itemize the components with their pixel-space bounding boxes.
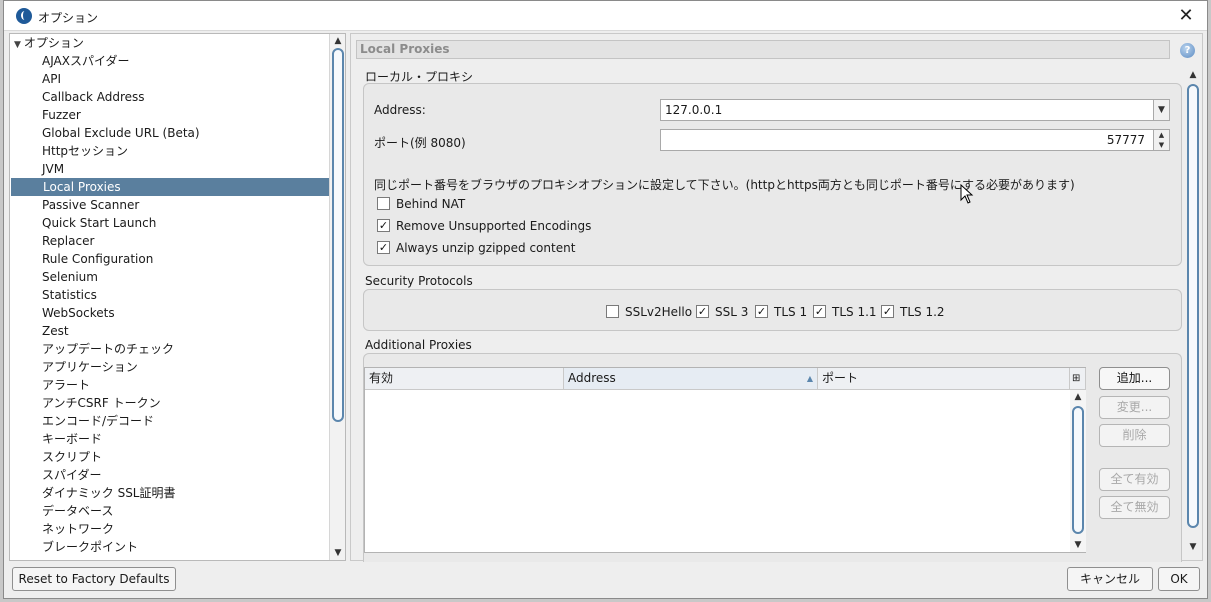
tree-item[interactable]: Fuzzer bbox=[10, 106, 330, 124]
tree-item[interactable]: スパイダー bbox=[10, 466, 330, 484]
reset-defaults-button[interactable]: Reset to Factory Defaults bbox=[12, 567, 176, 591]
content-scrollbar[interactable]: ▲ ▼ bbox=[1185, 68, 1201, 554]
tls1-label: TLS 1 bbox=[774, 305, 808, 319]
tree-item[interactable]: ネットワーク bbox=[10, 520, 330, 538]
sort-ascending-icon: ▲ bbox=[806, 374, 813, 383]
table-scroll-thumb[interactable] bbox=[1072, 406, 1084, 534]
column-header-address-label: Address bbox=[568, 371, 616, 385]
tree-item[interactable]: JVM bbox=[10, 160, 330, 178]
additional-proxies-title: Additional Proxies bbox=[365, 338, 472, 352]
spin-down-icon[interactable]: ▼ bbox=[1153, 140, 1169, 150]
tree-item[interactable]: アプリケーション bbox=[10, 358, 330, 376]
tree-item[interactable]: WebSockets bbox=[10, 304, 330, 322]
window-title: オプション bbox=[38, 11, 99, 25]
tls11-label: TLS 1.1 bbox=[832, 305, 877, 319]
tree-root[interactable]: ▼ オプション bbox=[10, 34, 330, 52]
port-label: ポート(例 8080) bbox=[374, 136, 466, 150]
tls12-label: TLS 1.2 bbox=[900, 305, 945, 319]
add-button[interactable]: 追加... bbox=[1099, 367, 1170, 390]
mouse-pointer-icon bbox=[960, 184, 974, 204]
tree-item[interactable]: スクリプト bbox=[10, 448, 330, 466]
column-chooser-icon[interactable]: ⊞ bbox=[1070, 368, 1086, 390]
column-header-port[interactable]: ポート bbox=[818, 368, 1070, 390]
tree-item[interactable]: Selenium bbox=[10, 268, 330, 286]
behind-nat-label: Behind NAT bbox=[396, 197, 466, 211]
tree-item[interactable]: Replacer bbox=[10, 232, 330, 250]
remove-unsupported-encodings-checkbox[interactable]: ✓ bbox=[377, 219, 390, 232]
tree-list: ▼ オプション AJAXスパイダー API Callback Address Fu… bbox=[10, 34, 330, 556]
scroll-up-icon[interactable]: ▲ bbox=[1070, 390, 1086, 404]
tree-item[interactable]: Global Exclude URL (Beta) bbox=[10, 124, 330, 142]
scroll-down-icon[interactable]: ▼ bbox=[1185, 540, 1201, 554]
spin-up-icon[interactable]: ▲ bbox=[1153, 130, 1169, 140]
sslv2hello-checkbox[interactable] bbox=[606, 305, 619, 318]
ssl3-checkbox[interactable]: ✓ bbox=[696, 305, 709, 318]
tree-scrollbar[interactable]: ▲ ▼ bbox=[329, 34, 345, 560]
address-combo[interactable]: 127.0.0.1 ▼ bbox=[660, 99, 1170, 121]
scroll-down-icon[interactable]: ▼ bbox=[330, 546, 345, 560]
security-protocols-group bbox=[363, 289, 1182, 331]
column-header-enabled[interactable]: 有効 bbox=[365, 368, 564, 390]
tls11-checkbox[interactable]: ✓ bbox=[813, 305, 826, 318]
port-value: 57777 bbox=[1106, 133, 1145, 147]
tree-item[interactable]: Passive Scanner bbox=[10, 196, 330, 214]
tree-scroll-thumb[interactable] bbox=[332, 48, 344, 422]
scroll-down-icon[interactable]: ▼ bbox=[1070, 538, 1086, 552]
enable-all-button[interactable]: 全て有効 bbox=[1099, 468, 1170, 491]
cancel-button[interactable]: キャンセル bbox=[1067, 567, 1153, 591]
tree-root-label: オプション bbox=[23, 36, 84, 50]
tree-item[interactable]: エンコード/デコード bbox=[10, 412, 330, 430]
table-scrollbar[interactable]: ▲ ▼ bbox=[1070, 390, 1086, 552]
tree-item[interactable]: API bbox=[10, 70, 330, 88]
close-button[interactable]: ✕ bbox=[1175, 5, 1197, 27]
content-scroll-thumb[interactable] bbox=[1187, 84, 1199, 528]
ssl3-label: SSL 3 bbox=[715, 305, 749, 319]
address-label: Address: bbox=[374, 103, 426, 117]
tree-item[interactable]: ダイナミック SSL証明書 bbox=[10, 484, 330, 502]
always-unzip-label: Always unzip gzipped content bbox=[396, 241, 576, 255]
tree-item-selected[interactable]: Local Proxies bbox=[11, 178, 330, 196]
tls1-checkbox[interactable]: ✓ bbox=[755, 305, 768, 318]
options-dialog: オプション ✕ ▼ オプション AJAXスパイダー API Callback Ad… bbox=[3, 0, 1208, 599]
tree-item[interactable]: AJAXスパイダー bbox=[10, 52, 330, 70]
port-spinner[interactable]: 57777 ▲ ▼ bbox=[660, 129, 1170, 151]
tree-item[interactable]: Statistics bbox=[10, 286, 330, 304]
local-proxies-panel: Local Proxies ? ローカル・プロキシ Address: 127.0… bbox=[350, 33, 1203, 562]
title-bar: オプション ✕ bbox=[4, 1, 1207, 31]
tls12-checkbox[interactable]: ✓ bbox=[881, 305, 894, 318]
tree-item[interactable]: アラート bbox=[10, 376, 330, 394]
tree-item[interactable]: アンチCSRF トークン bbox=[10, 394, 330, 412]
options-tree: ▼ オプション AJAXスパイダー API Callback Address Fu… bbox=[9, 33, 346, 561]
scroll-up-icon[interactable]: ▲ bbox=[330, 34, 345, 48]
ok-button[interactable]: OK bbox=[1158, 567, 1200, 591]
help-icon[interactable]: ? bbox=[1180, 43, 1195, 58]
proxies-table[interactable]: 有効 Address ▲ ポート ⊞ ▲ ▼ bbox=[364, 367, 1086, 553]
dropdown-arrow-icon[interactable]: ▼ bbox=[1153, 100, 1169, 120]
scroll-up-icon[interactable]: ▲ bbox=[1185, 68, 1201, 82]
sslv2hello-label: SSLv2Hello bbox=[625, 305, 693, 319]
behind-nat-checkbox[interactable] bbox=[377, 197, 390, 210]
tree-item[interactable]: ブレークポイント bbox=[10, 538, 330, 556]
tree-item[interactable]: データベース bbox=[10, 502, 330, 520]
disable-all-button[interactable]: 全て無効 bbox=[1099, 496, 1170, 519]
remove-button[interactable]: 削除 bbox=[1099, 424, 1170, 447]
address-value: 127.0.0.1 bbox=[665, 103, 723, 117]
tree-item[interactable]: Quick Start Launch bbox=[10, 214, 330, 232]
remove-unsupported-encodings-label: Remove Unsupported Encodings bbox=[396, 219, 592, 233]
zap-app-icon bbox=[16, 8, 32, 24]
always-unzip-checkbox[interactable]: ✓ bbox=[377, 241, 390, 254]
panel-header: Local Proxies bbox=[356, 40, 1170, 59]
tree-item[interactable]: アップデートのチェック bbox=[10, 340, 330, 358]
tree-item[interactable]: キーボード bbox=[10, 430, 330, 448]
expand-triangle-icon[interactable]: ▼ bbox=[14, 40, 21, 50]
modify-button[interactable]: 変更... bbox=[1099, 396, 1170, 419]
tree-item[interactable]: Rule Configuration bbox=[10, 250, 330, 268]
column-header-address[interactable]: Address ▲ bbox=[564, 368, 818, 390]
security-protocols-title: Security Protocols bbox=[365, 274, 473, 288]
tree-item[interactable]: Httpセッション bbox=[10, 142, 330, 160]
tree-item[interactable]: Zest bbox=[10, 322, 330, 340]
tree-item[interactable]: Callback Address bbox=[10, 88, 330, 106]
